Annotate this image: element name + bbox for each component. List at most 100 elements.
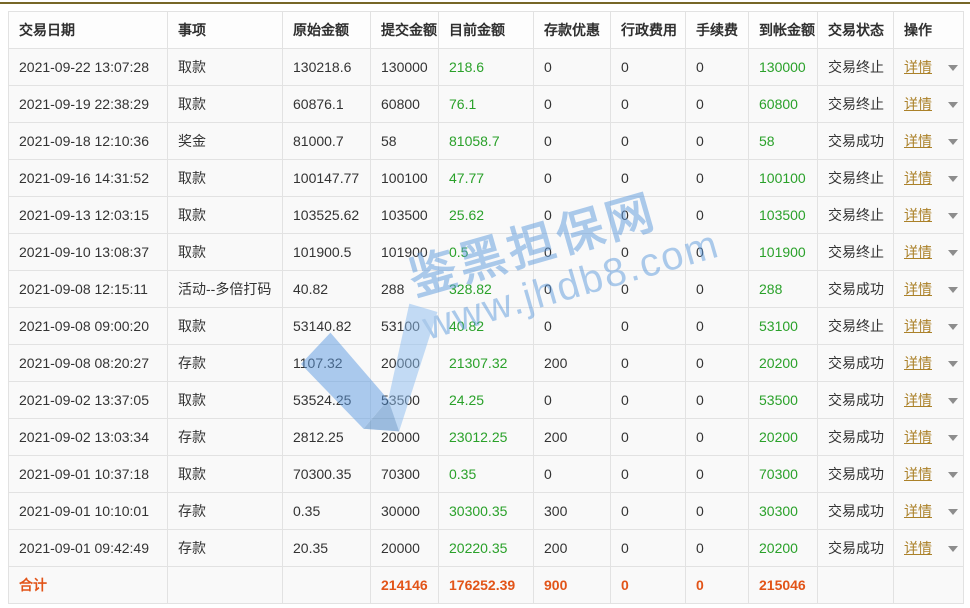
cell-deposit-bonus: 0 bbox=[534, 160, 611, 197]
col-header-submitted-amount: 提交金额 bbox=[371, 12, 439, 49]
table-body: 2021-09-22 13:07:28 取款 130218.6 130000 2… bbox=[9, 49, 964, 567]
table-row: 2021-09-19 22:38:29 取款 60876.1 60800 76.… bbox=[9, 86, 964, 123]
chevron-down-icon[interactable] bbox=[948, 435, 958, 441]
cell-received-amount: 60800 bbox=[749, 86, 818, 123]
cell-date: 2021-09-16 14:31:52 bbox=[9, 160, 168, 197]
cell-date: 2021-09-08 08:20:27 bbox=[9, 345, 168, 382]
totals-item-empty bbox=[168, 567, 283, 604]
cell-deposit-bonus: 0 bbox=[534, 271, 611, 308]
cell-action: 详情 bbox=[894, 308, 964, 345]
details-link[interactable]: 详情 bbox=[904, 59, 932, 75]
chevron-down-icon[interactable] bbox=[948, 250, 958, 256]
cell-deposit-bonus: 0 bbox=[534, 456, 611, 493]
details-link[interactable]: 详情 bbox=[904, 392, 932, 408]
details-link[interactable]: 详情 bbox=[904, 540, 932, 556]
table-row: 2021-09-08 12:15:11 活动--多倍打码 40.82 288 3… bbox=[9, 271, 964, 308]
details-link[interactable]: 详情 bbox=[904, 429, 932, 445]
cell-fee: 0 bbox=[686, 419, 749, 456]
cell-deposit-bonus: 0 bbox=[534, 197, 611, 234]
details-link[interactable]: 详情 bbox=[904, 281, 932, 297]
details-link[interactable]: 详情 bbox=[904, 133, 932, 149]
chevron-down-icon[interactable] bbox=[948, 472, 958, 478]
cell-admin-fee: 0 bbox=[611, 382, 686, 419]
cell-item: 取款 bbox=[168, 49, 283, 86]
totals-fee: 0 bbox=[686, 567, 749, 604]
cell-admin-fee: 0 bbox=[611, 123, 686, 160]
cell-status: 交易成功 bbox=[818, 271, 894, 308]
totals-current: 176252.39 bbox=[439, 567, 534, 604]
cell-date: 2021-09-08 09:00:20 bbox=[9, 308, 168, 345]
cell-original-amount: 1107.32 bbox=[283, 345, 371, 382]
cell-item: 存款 bbox=[168, 419, 283, 456]
cell-received-amount: 58 bbox=[749, 123, 818, 160]
cell-action: 详情 bbox=[894, 86, 964, 123]
table-row: 2021-09-18 12:10:36 奖金 81000.7 58 81058.… bbox=[9, 123, 964, 160]
chevron-down-icon[interactable] bbox=[948, 509, 958, 515]
cell-deposit-bonus: 0 bbox=[534, 382, 611, 419]
cell-item: 存款 bbox=[168, 530, 283, 567]
details-link[interactable]: 详情 bbox=[904, 318, 932, 334]
cell-submitted-amount: 101900 bbox=[371, 234, 439, 271]
chevron-down-icon[interactable] bbox=[948, 546, 958, 552]
chevron-down-icon[interactable] bbox=[948, 324, 958, 330]
table-row: 2021-09-16 14:31:52 取款 100147.77 100100 … bbox=[9, 160, 964, 197]
totals-action-empty bbox=[894, 567, 964, 604]
cell-fee: 0 bbox=[686, 160, 749, 197]
cell-current-amount: 25.62 bbox=[439, 197, 534, 234]
details-link[interactable]: 详情 bbox=[904, 466, 932, 482]
totals-row: 合计 214146 176252.39 900 0 0 215046 bbox=[9, 567, 964, 604]
chevron-down-icon[interactable] bbox=[948, 176, 958, 182]
details-link[interactable]: 详情 bbox=[904, 207, 932, 223]
cell-item: 存款 bbox=[168, 345, 283, 382]
cell-status: 交易终止 bbox=[818, 234, 894, 271]
cell-original-amount: 130218.6 bbox=[283, 49, 371, 86]
chevron-down-icon[interactable] bbox=[948, 102, 958, 108]
details-link[interactable]: 详情 bbox=[904, 503, 932, 519]
cell-status: 交易终止 bbox=[818, 308, 894, 345]
details-link[interactable]: 详情 bbox=[904, 170, 932, 186]
cell-date: 2021-09-01 10:10:01 bbox=[9, 493, 168, 530]
cell-date: 2021-09-10 13:08:37 bbox=[9, 234, 168, 271]
chevron-down-icon[interactable] bbox=[948, 398, 958, 404]
cell-status: 交易成功 bbox=[818, 419, 894, 456]
cell-item: 奖金 bbox=[168, 123, 283, 160]
col-header-action: 操作 bbox=[894, 12, 964, 49]
cell-action: 详情 bbox=[894, 123, 964, 160]
chevron-down-icon[interactable] bbox=[948, 213, 958, 219]
details-link[interactable]: 详情 bbox=[904, 244, 932, 260]
cell-received-amount: 53500 bbox=[749, 382, 818, 419]
cell-date: 2021-09-22 13:07:28 bbox=[9, 49, 168, 86]
chevron-down-icon[interactable] bbox=[948, 139, 958, 145]
cell-current-amount: 0.35 bbox=[439, 456, 534, 493]
details-link[interactable]: 详情 bbox=[904, 96, 932, 112]
cell-submitted-amount: 20000 bbox=[371, 345, 439, 382]
chevron-down-icon[interactable] bbox=[948, 361, 958, 367]
cell-submitted-amount: 30000 bbox=[371, 493, 439, 530]
cell-original-amount: 40.82 bbox=[283, 271, 371, 308]
cell-action: 详情 bbox=[894, 197, 964, 234]
cell-date: 2021-09-01 09:42:49 bbox=[9, 530, 168, 567]
cell-current-amount: 21307.32 bbox=[439, 345, 534, 382]
chevron-down-icon[interactable] bbox=[948, 287, 958, 293]
cell-original-amount: 0.35 bbox=[283, 493, 371, 530]
cell-status: 交易终止 bbox=[818, 86, 894, 123]
cell-fee: 0 bbox=[686, 308, 749, 345]
cell-current-amount: 30300.35 bbox=[439, 493, 534, 530]
cell-current-amount: 218.6 bbox=[439, 49, 534, 86]
cell-deposit-bonus: 0 bbox=[534, 234, 611, 271]
cell-admin-fee: 0 bbox=[611, 419, 686, 456]
chevron-down-icon[interactable] bbox=[948, 65, 958, 71]
cell-original-amount: 101900.5 bbox=[283, 234, 371, 271]
details-link[interactable]: 详情 bbox=[904, 355, 932, 371]
transactions-table-container: 交易日期 事项 原始金额 提交金额 目前金额 存款优惠 行政费用 手续费 到帐金… bbox=[8, 11, 963, 604]
cell-item: 取款 bbox=[168, 382, 283, 419]
cell-item: 取款 bbox=[168, 197, 283, 234]
totals-received: 215046 bbox=[749, 567, 818, 604]
cell-received-amount: 20200 bbox=[749, 530, 818, 567]
cell-submitted-amount: 20000 bbox=[371, 419, 439, 456]
col-header-current-amount: 目前金额 bbox=[439, 12, 534, 49]
cell-action: 详情 bbox=[894, 493, 964, 530]
cell-fee: 0 bbox=[686, 493, 749, 530]
cell-deposit-bonus: 0 bbox=[534, 308, 611, 345]
cell-deposit-bonus: 0 bbox=[534, 123, 611, 160]
